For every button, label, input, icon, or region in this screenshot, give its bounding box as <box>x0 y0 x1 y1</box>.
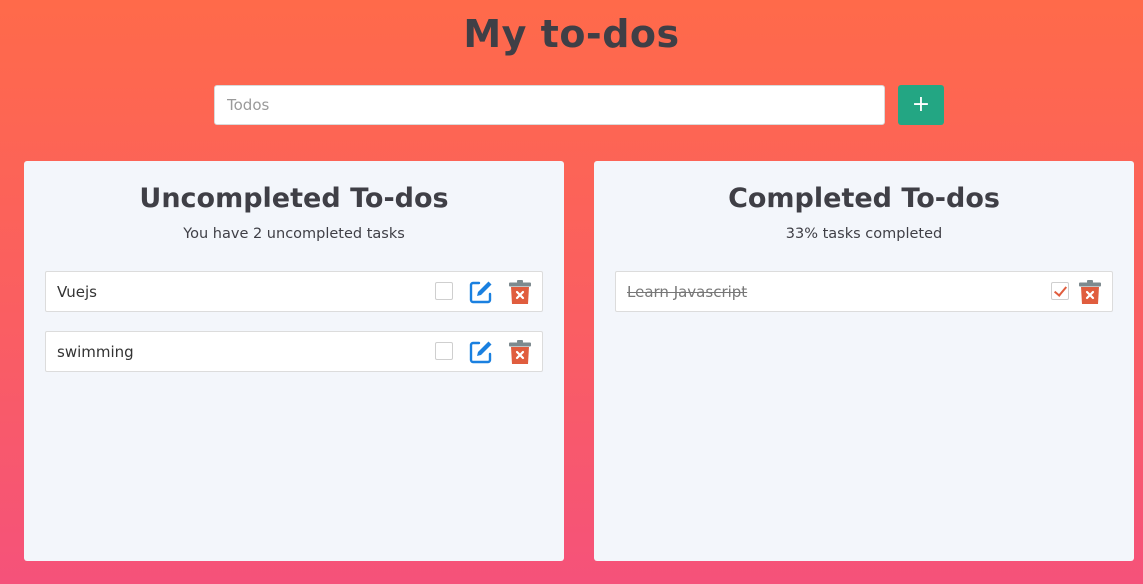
check-icon <box>1053 283 1068 297</box>
trash-icon[interactable] <box>508 339 532 365</box>
uncompleted-count: You have 2 uncompleted tasks <box>183 226 405 242</box>
todo-text: swimming <box>57 343 134 361</box>
uncompleted-list: Vuejs swimming <box>45 271 543 391</box>
trash-icon[interactable] <box>1078 279 1102 305</box>
edit-icon[interactable] <box>468 279 494 305</box>
add-todo-button[interactable]: + <box>898 85 944 125</box>
uncompleted-title: Uncompleted To-dos <box>139 183 449 214</box>
completed-percentage: 33% tasks completed <box>785 226 943 242</box>
uncompleted-panel: Uncompleted To-dos You have 2 uncomplete… <box>24 161 564 561</box>
todo-checkbox[interactable] <box>1051 282 1069 300</box>
todo-item: swimming <box>45 331 543 372</box>
todo-text: Vuejs <box>57 283 97 301</box>
todo-item: Learn Javascript <box>615 271 1113 312</box>
todo-item: Vuejs <box>45 271 543 312</box>
todo-input[interactable] <box>214 85 885 125</box>
todo-text: Learn Javascript <box>627 283 748 301</box>
completed-panel: Completed To-dos 33% tasks completed Lea… <box>594 161 1134 561</box>
trash-icon[interactable] <box>508 279 532 305</box>
todo-checkbox[interactable] <box>435 282 453 300</box>
todo-checkbox[interactable] <box>435 342 453 360</box>
add-todo-bar: + <box>214 85 944 125</box>
edit-icon[interactable] <box>468 339 494 365</box>
page-title: My to-dos <box>463 12 680 56</box>
completed-title: Completed To-dos <box>728 183 1000 214</box>
completed-list: Learn Javascript <box>615 271 1113 331</box>
